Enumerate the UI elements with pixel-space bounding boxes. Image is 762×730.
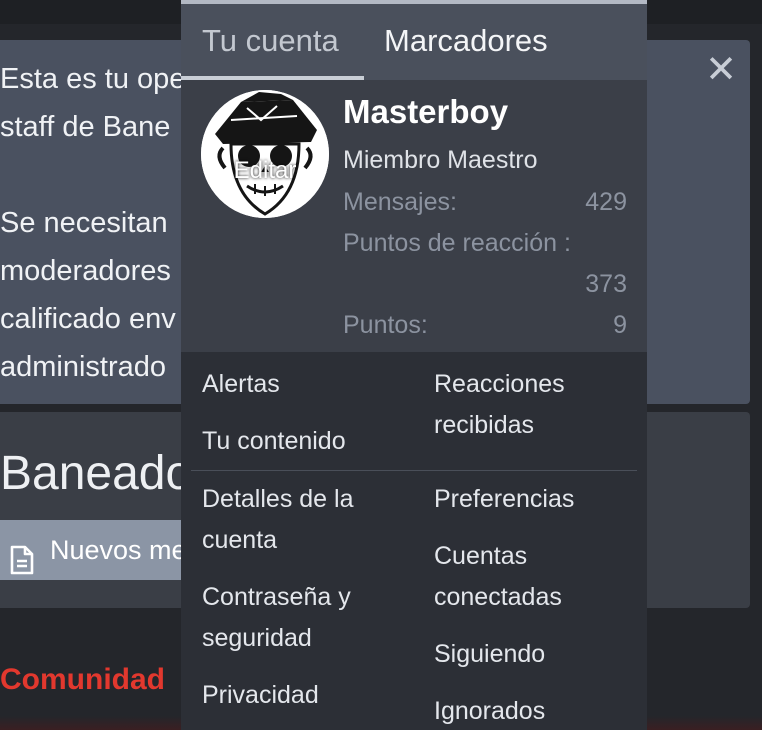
- link-password-security[interactable]: Contraseña y seguridad: [202, 577, 382, 659]
- points-count[interactable]: 9: [613, 309, 627, 341]
- profile-summary: Editar Masterboy Miembro Maestro Mensaje…: [181, 80, 647, 352]
- link-ignoring[interactable]: Ignorados: [434, 691, 634, 730]
- links-divider: [191, 470, 637, 471]
- link-alerts[interactable]: Alertas: [202, 364, 402, 405]
- link-preferences[interactable]: Preferencias: [434, 479, 634, 520]
- forum-title: Baneado: [0, 447, 193, 500]
- new-messages-button[interactable]: Nuevos me: [0, 520, 200, 580]
- skull-cap-avatar-icon: [201, 90, 329, 218]
- reaction-points-count[interactable]: 373: [585, 268, 627, 300]
- link-your-content[interactable]: Tu contenido: [202, 421, 402, 462]
- edit-avatar-label[interactable]: Editar: [201, 156, 329, 186]
- tab-your-account[interactable]: Tu cuenta: [202, 22, 339, 60]
- link-following[interactable]: Siguiendo: [434, 634, 634, 675]
- messages-count[interactable]: 429: [585, 186, 627, 218]
- avatar[interactable]: Editar: [201, 90, 329, 218]
- points-label: Puntos:: [343, 311, 428, 339]
- username[interactable]: Masterboy: [343, 92, 508, 132]
- user-title: Miembro Maestro: [343, 146, 538, 174]
- reaction-points-label: Puntos de reacción :: [343, 229, 571, 257]
- close-icon[interactable]: ✕: [704, 51, 738, 89]
- link-account-details[interactable]: Detalles de la cuenta: [202, 479, 382, 561]
- menu-tabs: Tu cuenta Marcadores: [181, 4, 647, 80]
- link-reactions-received[interactable]: Reacciones recibidas: [434, 364, 634, 446]
- new-messages-label: Nuevos me: [50, 535, 187, 565]
- document-icon: [9, 536, 35, 580]
- link-privacy[interactable]: Privacidad: [202, 675, 402, 716]
- link-connected-accounts[interactable]: Cuentas conectadas: [434, 536, 614, 618]
- account-menu: Tu cuenta Marcadores Editar Masterboy Mi…: [181, 0, 647, 730]
- community-label: Comunidad: [0, 663, 165, 696]
- messages-label: Mensajes:: [343, 188, 457, 216]
- tab-bookmarks[interactable]: Marcadores: [384, 22, 548, 60]
